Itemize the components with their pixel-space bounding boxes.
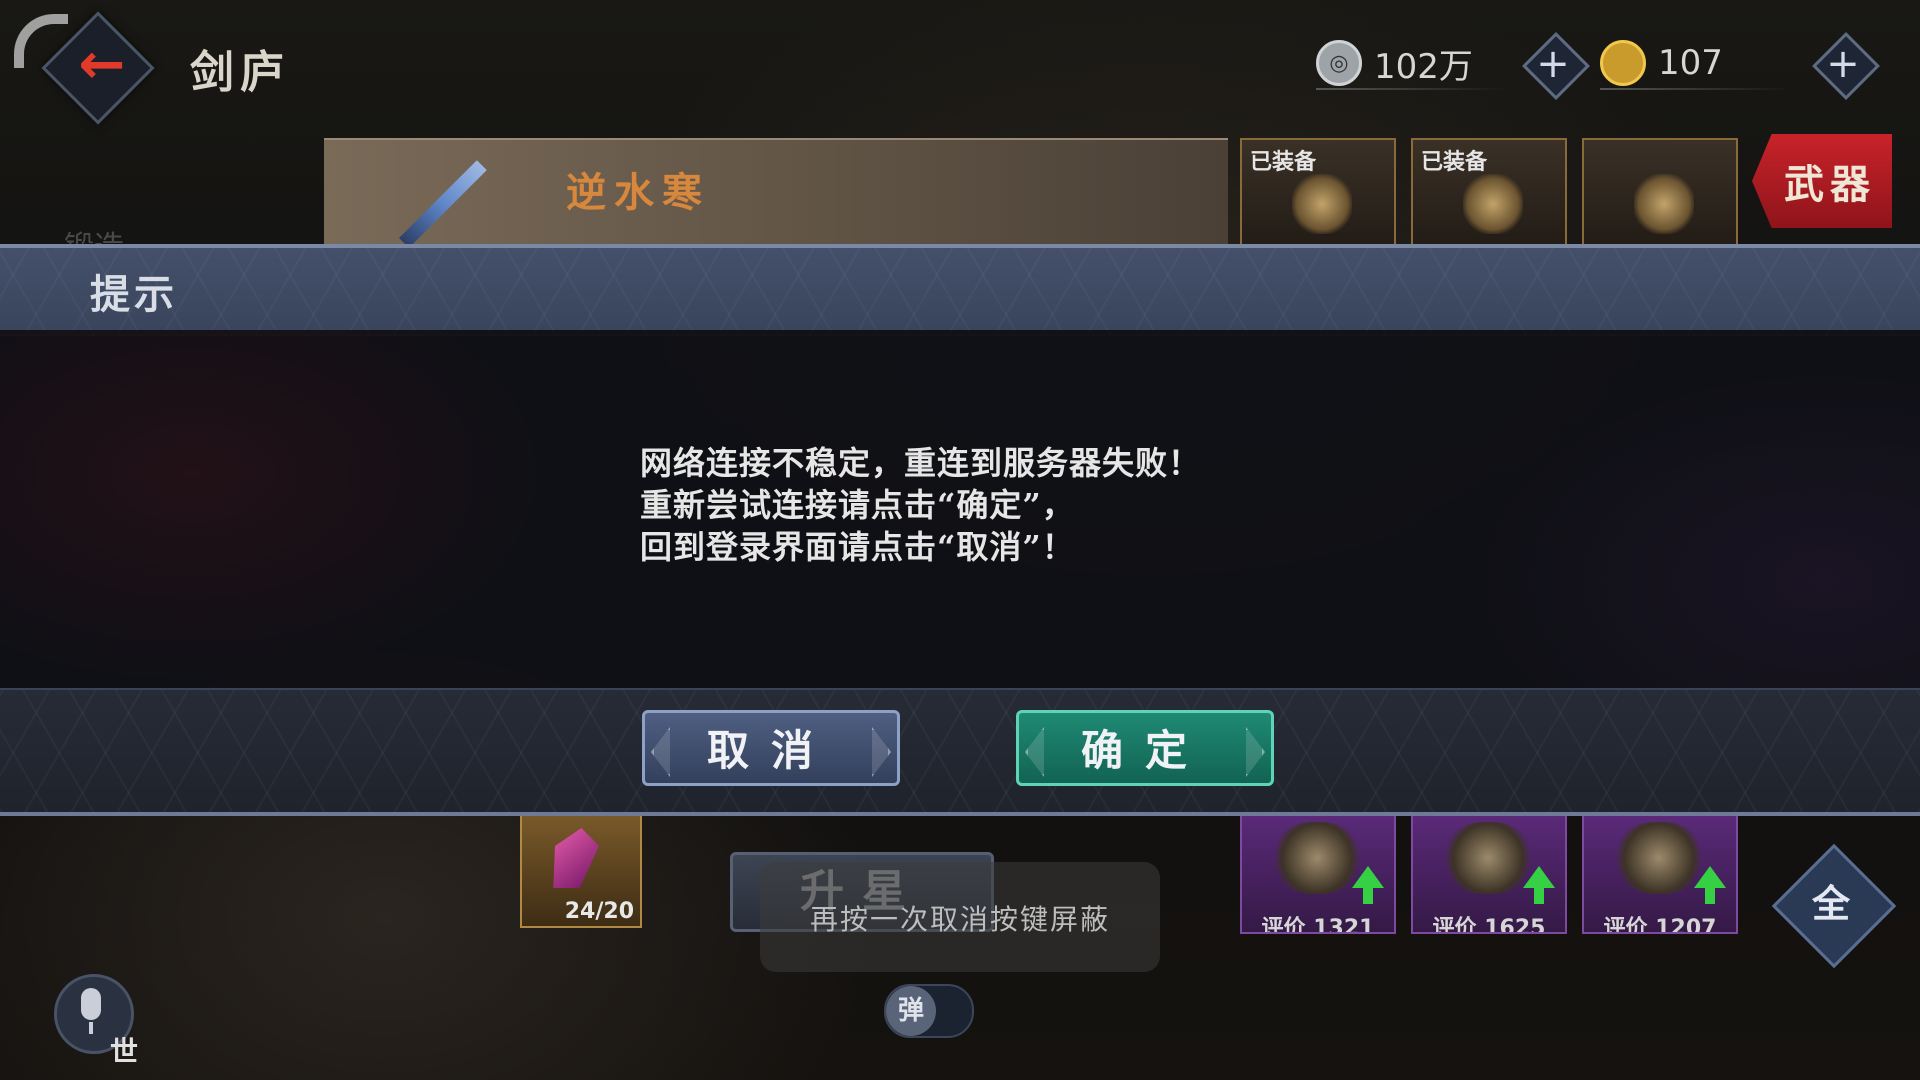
microphone-icon (81, 988, 101, 1020)
gold-amount: 107 (1658, 43, 1723, 83)
dialog-message-line: 网络连接不稳定，重连到服务器失败！ (640, 444, 1202, 482)
material-count: 24/20 (564, 899, 634, 924)
candidate-slot-1[interactable]: 评价 1321 (1240, 812, 1396, 934)
chevron-right-icon (872, 727, 891, 777)
equipped-tag: 已装备 (1421, 150, 1488, 175)
chat-channel-label: 世 (110, 1035, 139, 1068)
candidate-slot-3[interactable]: 评价 1207 (1582, 812, 1738, 934)
equip-slot-3[interactable] (1582, 138, 1738, 250)
upgrade-arrow-icon (1352, 866, 1384, 888)
confirm-button-label: 确定 (1080, 726, 1209, 775)
dialog-message-line: 回到登录界面请点击“取消”！ (640, 528, 1075, 566)
score-label: 评价 1321 (1261, 916, 1375, 932)
dialog-footer (0, 688, 1920, 816)
weapon-icon (1634, 174, 1694, 234)
dialog-header (0, 244, 1920, 336)
gold-ingot-icon (1600, 40, 1646, 86)
barrage-toggle-knob[interactable]: 弹 (886, 986, 936, 1036)
weapon-icon (1272, 822, 1362, 894)
upgrade-arrow-icon (1523, 866, 1555, 888)
material-slot[interactable]: 24/20 (520, 812, 642, 928)
tab-weapon[interactable]: 武器 (1752, 134, 1892, 228)
dialog-title: 提示 (90, 271, 178, 318)
equipped-tag: 已装备 (1250, 150, 1317, 175)
coin-icon: ◎ (1316, 40, 1362, 86)
item-name: 逆水寒 (566, 169, 710, 216)
cancel-button-label: 取消 (706, 726, 835, 775)
toast-text: 再按一次取消按键屏蔽 (809, 903, 1110, 936)
confirm-button[interactable]: 确定 (1016, 710, 1274, 786)
plus-icon[interactable]: + (1819, 40, 1867, 88)
weapon-icon (1292, 174, 1352, 234)
dialog-message: 网络连接不稳定，重连到服务器失败！ 重新尝试连接请点击“确定”， 回到登录界面请… (640, 442, 1201, 568)
silver-currency: ◎ 102万 (1316, 40, 1506, 90)
equip-slot-1[interactable]: 已装备 (1240, 138, 1396, 250)
cancel-button[interactable]: 取消 (642, 710, 900, 786)
page-title: 剑庐 (190, 47, 290, 98)
dialog-message-line: 重新尝试连接请点击“确定”， (640, 486, 1075, 524)
score-label: 评价 1625 (1432, 916, 1546, 932)
plus-icon[interactable]: + (1529, 40, 1577, 88)
weapon-icon (1463, 174, 1523, 234)
back-arrow-icon[interactable]: ← (62, 30, 142, 100)
chevron-left-icon (651, 727, 670, 777)
silver-amount: 102万 (1374, 46, 1473, 87)
chevron-left-icon (1025, 727, 1044, 777)
gold-currency: 107 (1600, 40, 1790, 90)
upgrade-arrow-icon (1694, 866, 1726, 888)
all-button-label[interactable]: 全 (1790, 874, 1872, 934)
weapon-icon (1614, 822, 1704, 894)
weapon-icon (1443, 822, 1533, 894)
score-label: 评价 1207 (1603, 916, 1717, 932)
gem-icon (545, 828, 604, 888)
candidate-slot-2[interactable]: 评价 1625 (1411, 812, 1567, 934)
equip-slot-2[interactable]: 已装备 (1411, 138, 1567, 250)
chevron-right-icon (1246, 727, 1265, 777)
